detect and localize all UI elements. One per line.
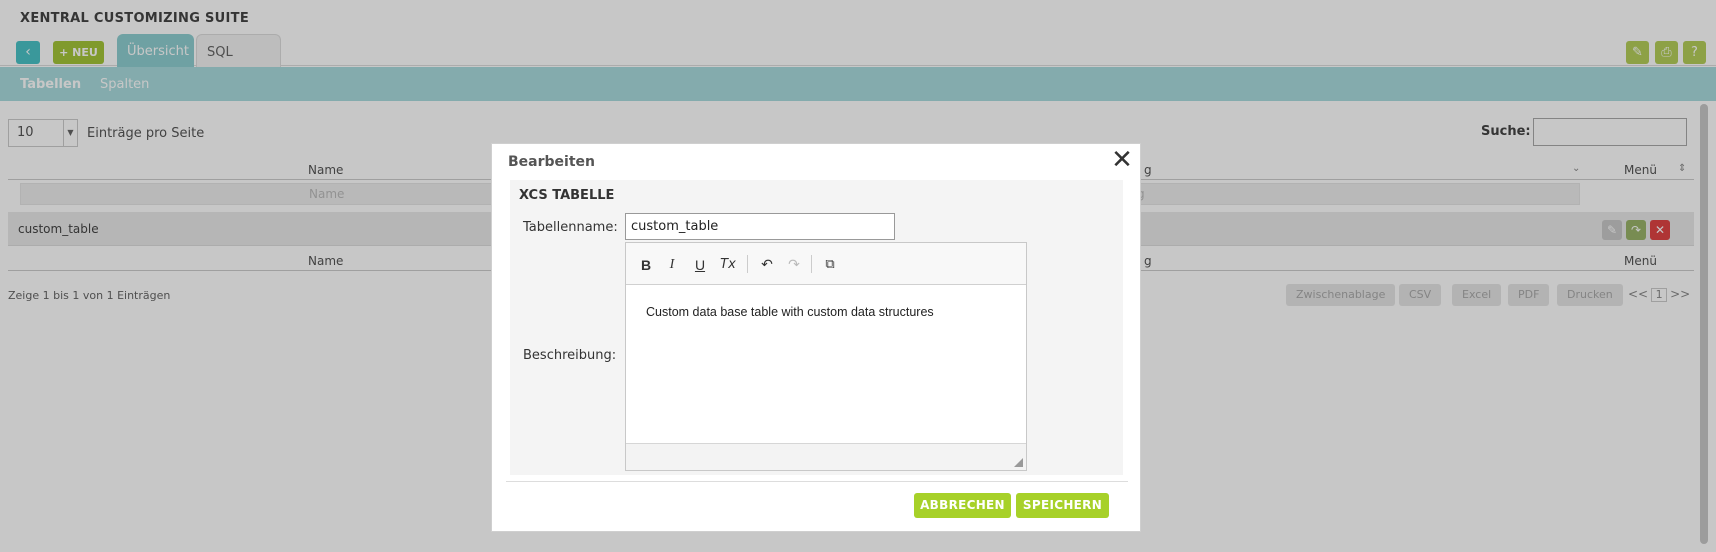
dialog-separator xyxy=(506,481,1128,482)
toolbar-separator xyxy=(747,255,748,273)
bold-icon[interactable]: B xyxy=(635,254,657,276)
editor-statusbar xyxy=(626,443,1026,470)
table-name-input[interactable] xyxy=(625,213,895,240)
description-label: Beschreibung: xyxy=(523,348,617,363)
toolbar-separator xyxy=(811,255,812,273)
dialog-title: Bearbeiten xyxy=(508,154,595,170)
editor-toolbar: B I U Tx ↶ ↷ ⧉ xyxy=(626,243,1026,285)
clear-format-icon[interactable]: Tx xyxy=(717,254,739,276)
fieldset-title: XCS TABELLE xyxy=(519,188,615,203)
table-name-label: Tabellenname: xyxy=(523,220,618,235)
dialog-body: XCS TABELLE Tabellenname: Beschreibung: … xyxy=(510,180,1123,475)
edit-dialog: Bearbeiten ✕ XCS TABELLE Tabellenname: B… xyxy=(491,143,1141,532)
source-code-icon[interactable]: ⧉ xyxy=(819,254,841,276)
description-text[interactable]: Custom data base table with custom data … xyxy=(646,305,934,319)
cancel-button[interactable]: ABBRECHEN xyxy=(914,493,1011,518)
description-editor[interactable]: B I U Tx ↶ ↷ ⧉ Custom data base table wi… xyxy=(625,242,1027,471)
resize-handle-icon[interactable] xyxy=(1014,458,1023,467)
undo-icon[interactable]: ↶ xyxy=(756,254,778,276)
italic-icon[interactable]: I xyxy=(661,254,683,276)
redo-icon[interactable]: ↷ xyxy=(783,254,805,276)
save-button[interactable]: SPEICHERN xyxy=(1016,493,1109,518)
underline-icon[interactable]: U xyxy=(689,254,711,276)
close-icon[interactable]: ✕ xyxy=(1110,147,1134,173)
